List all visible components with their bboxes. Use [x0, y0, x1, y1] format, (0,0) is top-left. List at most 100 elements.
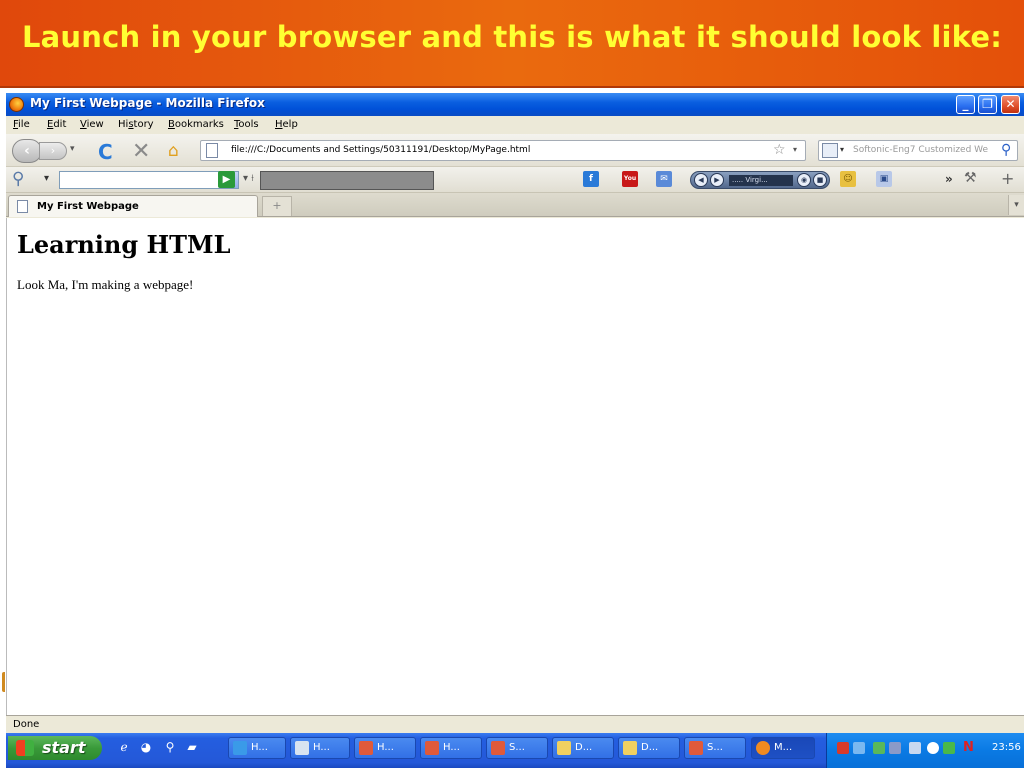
opera-tray-icon[interactable]: [927, 742, 939, 754]
url-dropdown-icon[interactable]: ▾: [793, 145, 797, 154]
status-text: Done: [13, 719, 40, 730]
firefox-window: My First Webpage - Mozilla Firefox _ ❐ ✕…: [6, 93, 1024, 768]
ie-quicklaunch-icon[interactable]: ℯ: [116, 739, 132, 755]
printer-tray-icon[interactable]: [889, 742, 901, 754]
menu-edit[interactable]: Edit: [47, 119, 66, 130]
search-bar[interactable]: ▾ Softonic-Eng7 Customized We ⚲: [818, 140, 1018, 161]
start-button[interactable]: start: [8, 736, 102, 760]
norton-tray-icon[interactable]: N: [963, 741, 975, 754]
tab-list-dropdown-icon[interactable]: ▾: [1008, 195, 1024, 215]
maximize-button[interactable]: ❐: [978, 95, 997, 114]
facebook-icon[interactable]: f: [583, 171, 599, 187]
navigation-toolbar: ‹ › ▾ C ✕ ⌂ file:///C:/Documents and Set…: [6, 134, 1024, 167]
media-player-widget[interactable]: ◀ ▶ ..... Virgi... ◉ ■: [690, 171, 830, 189]
toolbar-search-combo[interactable]: ▼: [59, 171, 239, 189]
tv-icon[interactable]: ▣: [876, 171, 892, 187]
media-prev-icon[interactable]: ◀: [694, 173, 708, 187]
menu-tools[interactable]: Tools: [234, 119, 259, 130]
menu-view[interactable]: View: [80, 119, 104, 130]
url-text[interactable]: file:///C:/Documents and Settings/503111…: [231, 145, 530, 155]
magnifier-icon[interactable]: ⚲: [12, 169, 24, 189]
search-go-icon[interactable]: ⚲: [1001, 142, 1011, 158]
security-tray-icon[interactable]: [943, 742, 955, 754]
slide-banner: Launch in your browser and this is what …: [0, 0, 1024, 88]
firefox-icon: [756, 741, 770, 755]
reload-icon[interactable]: C: [98, 140, 113, 164]
close-button[interactable]: ✕: [1001, 95, 1020, 114]
slide-decoration: [2, 672, 7, 692]
media-play-icon[interactable]: ▶: [710, 173, 724, 187]
back-button[interactable]: ‹: [12, 139, 42, 163]
acrobat-tray-icon[interactable]: [837, 742, 849, 754]
search-engine-icon[interactable]: [822, 143, 838, 158]
media-stop-icon[interactable]: ■: [813, 173, 827, 187]
folder-icon: [623, 741, 637, 755]
taskbar-button[interactable]: H...: [420, 737, 482, 759]
taskbar-button[interactable]: H...: [290, 737, 350, 759]
powerpoint-icon: [689, 741, 703, 755]
powerpoint-icon: [491, 741, 505, 755]
powerpoint-icon: [359, 741, 373, 755]
addon-toolbar: ⚲ ▾ ▼ ▶ ▾ ⟊ f You ✉ ◀ ▶ ..... Virgi... ◉…: [6, 167, 1024, 193]
slide-title: Launch in your browser and this is what …: [21, 20, 1003, 54]
folder-quicklaunch-icon[interactable]: ▰: [184, 739, 200, 755]
taskbar-button[interactable]: S...: [684, 737, 746, 759]
taskbar-button[interactable]: H...: [354, 737, 416, 759]
go-arrow-icon[interactable]: ▶: [218, 171, 235, 188]
tab-bar: My First Webpage + ▾: [6, 193, 1024, 217]
menu-bar: File Edit View History Bookmarks Tools H…: [6, 116, 1024, 134]
media-quicklaunch-icon[interactable]: ◕: [138, 739, 154, 755]
taskbar-button[interactable]: S...: [486, 737, 548, 759]
messenger-icon[interactable]: ✉: [656, 171, 672, 187]
updates-tray-icon[interactable]: [873, 742, 885, 754]
taskbar-clock: 23:56: [992, 742, 1021, 753]
taskbar-button[interactable]: H...: [228, 737, 286, 759]
window-titlebar[interactable]: My First Webpage - Mozilla Firefox _ ❐ ✕: [6, 93, 1024, 116]
toolbar-separator: ▾ ⟊: [243, 173, 254, 184]
page-heading: Learning HTML: [17, 230, 231, 259]
wrench-icon[interactable]: ⚒: [964, 170, 977, 186]
windows-taskbar: start ℯ ◕ ⚲ ▰ H... H... H... H... S... D…: [6, 733, 1024, 768]
menu-history[interactable]: History: [118, 119, 154, 130]
network-tray-icon[interactable]: [853, 742, 865, 754]
safely-remove-tray-icon[interactable]: [909, 742, 921, 754]
bookmark-star-icon[interactable]: ☆: [773, 142, 786, 158]
home-icon[interactable]: ⌂: [168, 141, 179, 161]
taskbar-button[interactable]: D...: [618, 737, 680, 759]
notepad-icon: [295, 741, 309, 755]
media-volume-icon[interactable]: ◉: [797, 173, 811, 187]
page-content: Learning HTML Look Ma, I'm making a webp…: [6, 218, 1024, 715]
stop-icon[interactable]: ✕: [132, 139, 150, 164]
tab-label: My First Webpage: [37, 201, 139, 212]
menu-file[interactable]: File: [13, 119, 30, 130]
menu-help[interactable]: Help: [275, 119, 298, 130]
toolbar-blank-field[interactable]: [260, 171, 434, 190]
page-icon: [206, 143, 218, 158]
media-station-label: ..... Virgi...: [729, 175, 793, 186]
add-icon[interactable]: +: [1001, 169, 1014, 188]
search-engine-dropdown-icon[interactable]: ▾: [840, 145, 844, 154]
page-paragraph: Look Ma, I'm making a webpage!: [17, 277, 194, 292]
new-tab-button[interactable]: +: [262, 196, 292, 216]
history-dropdown-icon[interactable]: ▾: [70, 144, 75, 154]
folder-icon: [557, 741, 571, 755]
minimize-button[interactable]: _: [956, 95, 975, 114]
powerpoint-icon: [425, 741, 439, 755]
banner-divider: [0, 86, 1024, 88]
chat-icon[interactable]: ☺: [840, 171, 856, 187]
tab-my-first-webpage[interactable]: My First Webpage: [8, 195, 258, 217]
windows-logo-icon: [16, 740, 34, 756]
overflow-chevron[interactable]: »: [945, 172, 953, 186]
taskbar-button-active[interactable]: M...: [751, 737, 815, 759]
page-icon: [17, 200, 28, 213]
magnifier-dropdown-icon[interactable]: ▾: [44, 173, 49, 184]
search-input[interactable]: Softonic-Eng7 Customized We: [853, 145, 988, 155]
forward-button[interactable]: ›: [39, 142, 67, 160]
url-bar[interactable]: file:///C:/Documents and Settings/503111…: [200, 140, 806, 161]
window-title: My First Webpage - Mozilla Firefox: [30, 96, 265, 110]
menu-bookmarks[interactable]: Bookmarks: [168, 119, 224, 130]
youtube-icon[interactable]: You: [622, 171, 638, 187]
status-bar: Done: [6, 715, 1024, 733]
taskbar-button[interactable]: D...: [552, 737, 614, 759]
search-quicklaunch-icon[interactable]: ⚲: [162, 739, 178, 755]
